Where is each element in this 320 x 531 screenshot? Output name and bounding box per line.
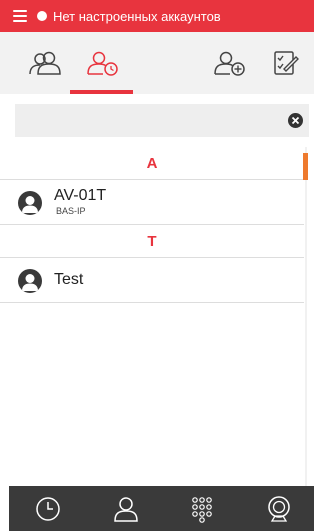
tab-edit-list[interactable] — [264, 32, 308, 94]
tab-call-history[interactable] — [76, 32, 130, 94]
scrollbar-track — [305, 147, 307, 487]
tab-add-contact[interactable] — [205, 32, 255, 94]
call-history-contact-icon — [87, 51, 118, 76]
add-contact-icon — [214, 51, 245, 76]
active-tab-indicator — [70, 90, 133, 94]
camera-icon — [268, 495, 290, 522]
avatar-icon — [18, 269, 42, 293]
nav-contacts-button[interactable] — [101, 486, 151, 531]
clear-icon[interactable] — [288, 113, 303, 128]
top-bar: Нет настроенных аккаунтов — [0, 0, 314, 32]
section-header: T — [0, 225, 304, 258]
contact-name: AV-01T — [54, 187, 107, 204]
nav-dialpad-button[interactable] — [177, 486, 227, 531]
list-item[interactable]: AV-01T BAS-IP — [0, 180, 304, 225]
list-item[interactable]: Test — [0, 258, 304, 303]
search-input[interactable] — [15, 104, 285, 137]
edit-list-icon — [274, 51, 299, 75]
contact-list: A AV-01T BAS-IP T Test — [0, 147, 304, 303]
contact-icon — [114, 496, 138, 522]
nav-history-button[interactable] — [23, 486, 73, 531]
tab-contacts-group[interactable] — [20, 32, 70, 94]
avatar-icon — [18, 191, 42, 215]
status-dot-icon — [37, 11, 47, 21]
contacts-group-icon — [29, 51, 61, 75]
contact-subtitle: BAS-IP — [56, 206, 86, 216]
bottom-nav — [9, 486, 314, 531]
clock-icon — [36, 496, 60, 521]
dialpad-icon — [192, 496, 212, 523]
section-header: A — [0, 147, 304, 180]
scrollbar-thumb[interactable] — [303, 153, 308, 180]
nav-camera-button[interactable] — [254, 486, 304, 531]
tab-bar — [0, 32, 314, 94]
contact-name: Test — [54, 271, 84, 288]
account-status-text: Нет настроенных аккаунтов — [53, 8, 221, 24]
hamburger-menu-icon[interactable] — [13, 10, 27, 22]
search-bar — [15, 104, 309, 137]
